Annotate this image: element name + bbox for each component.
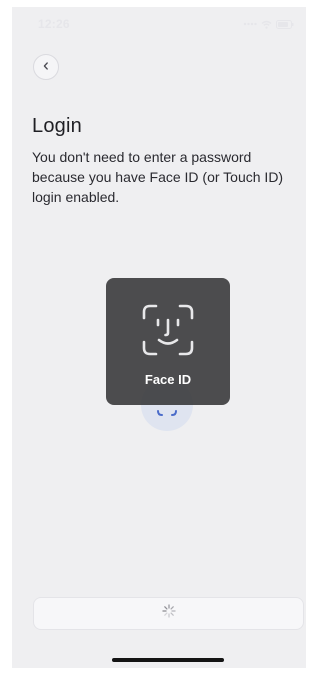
face-id-icon [140, 302, 196, 363]
face-id-label: Face ID [144, 372, 192, 387]
login-button[interactable] [33, 597, 304, 630]
status-time: 12:26 [38, 17, 70, 31]
status-bar: 12:26 [12, 7, 306, 41]
status-icons [243, 19, 294, 29]
chevron-left-icon [41, 58, 51, 76]
signal-dots-icon [243, 21, 257, 27]
back-button[interactable] [33, 54, 59, 80]
face-id-prompt: Face ID [106, 278, 230, 405]
home-indicator[interactable] [112, 658, 224, 662]
battery-icon [276, 19, 294, 29]
login-screen: 12:26 Login You don't need to enter a pa… [12, 7, 306, 668]
page-title: Login [32, 115, 82, 137]
wifi-icon [261, 20, 272, 29]
login-description: You don't need to enter a password becau… [32, 149, 284, 205]
spinner-icon [161, 604, 176, 623]
